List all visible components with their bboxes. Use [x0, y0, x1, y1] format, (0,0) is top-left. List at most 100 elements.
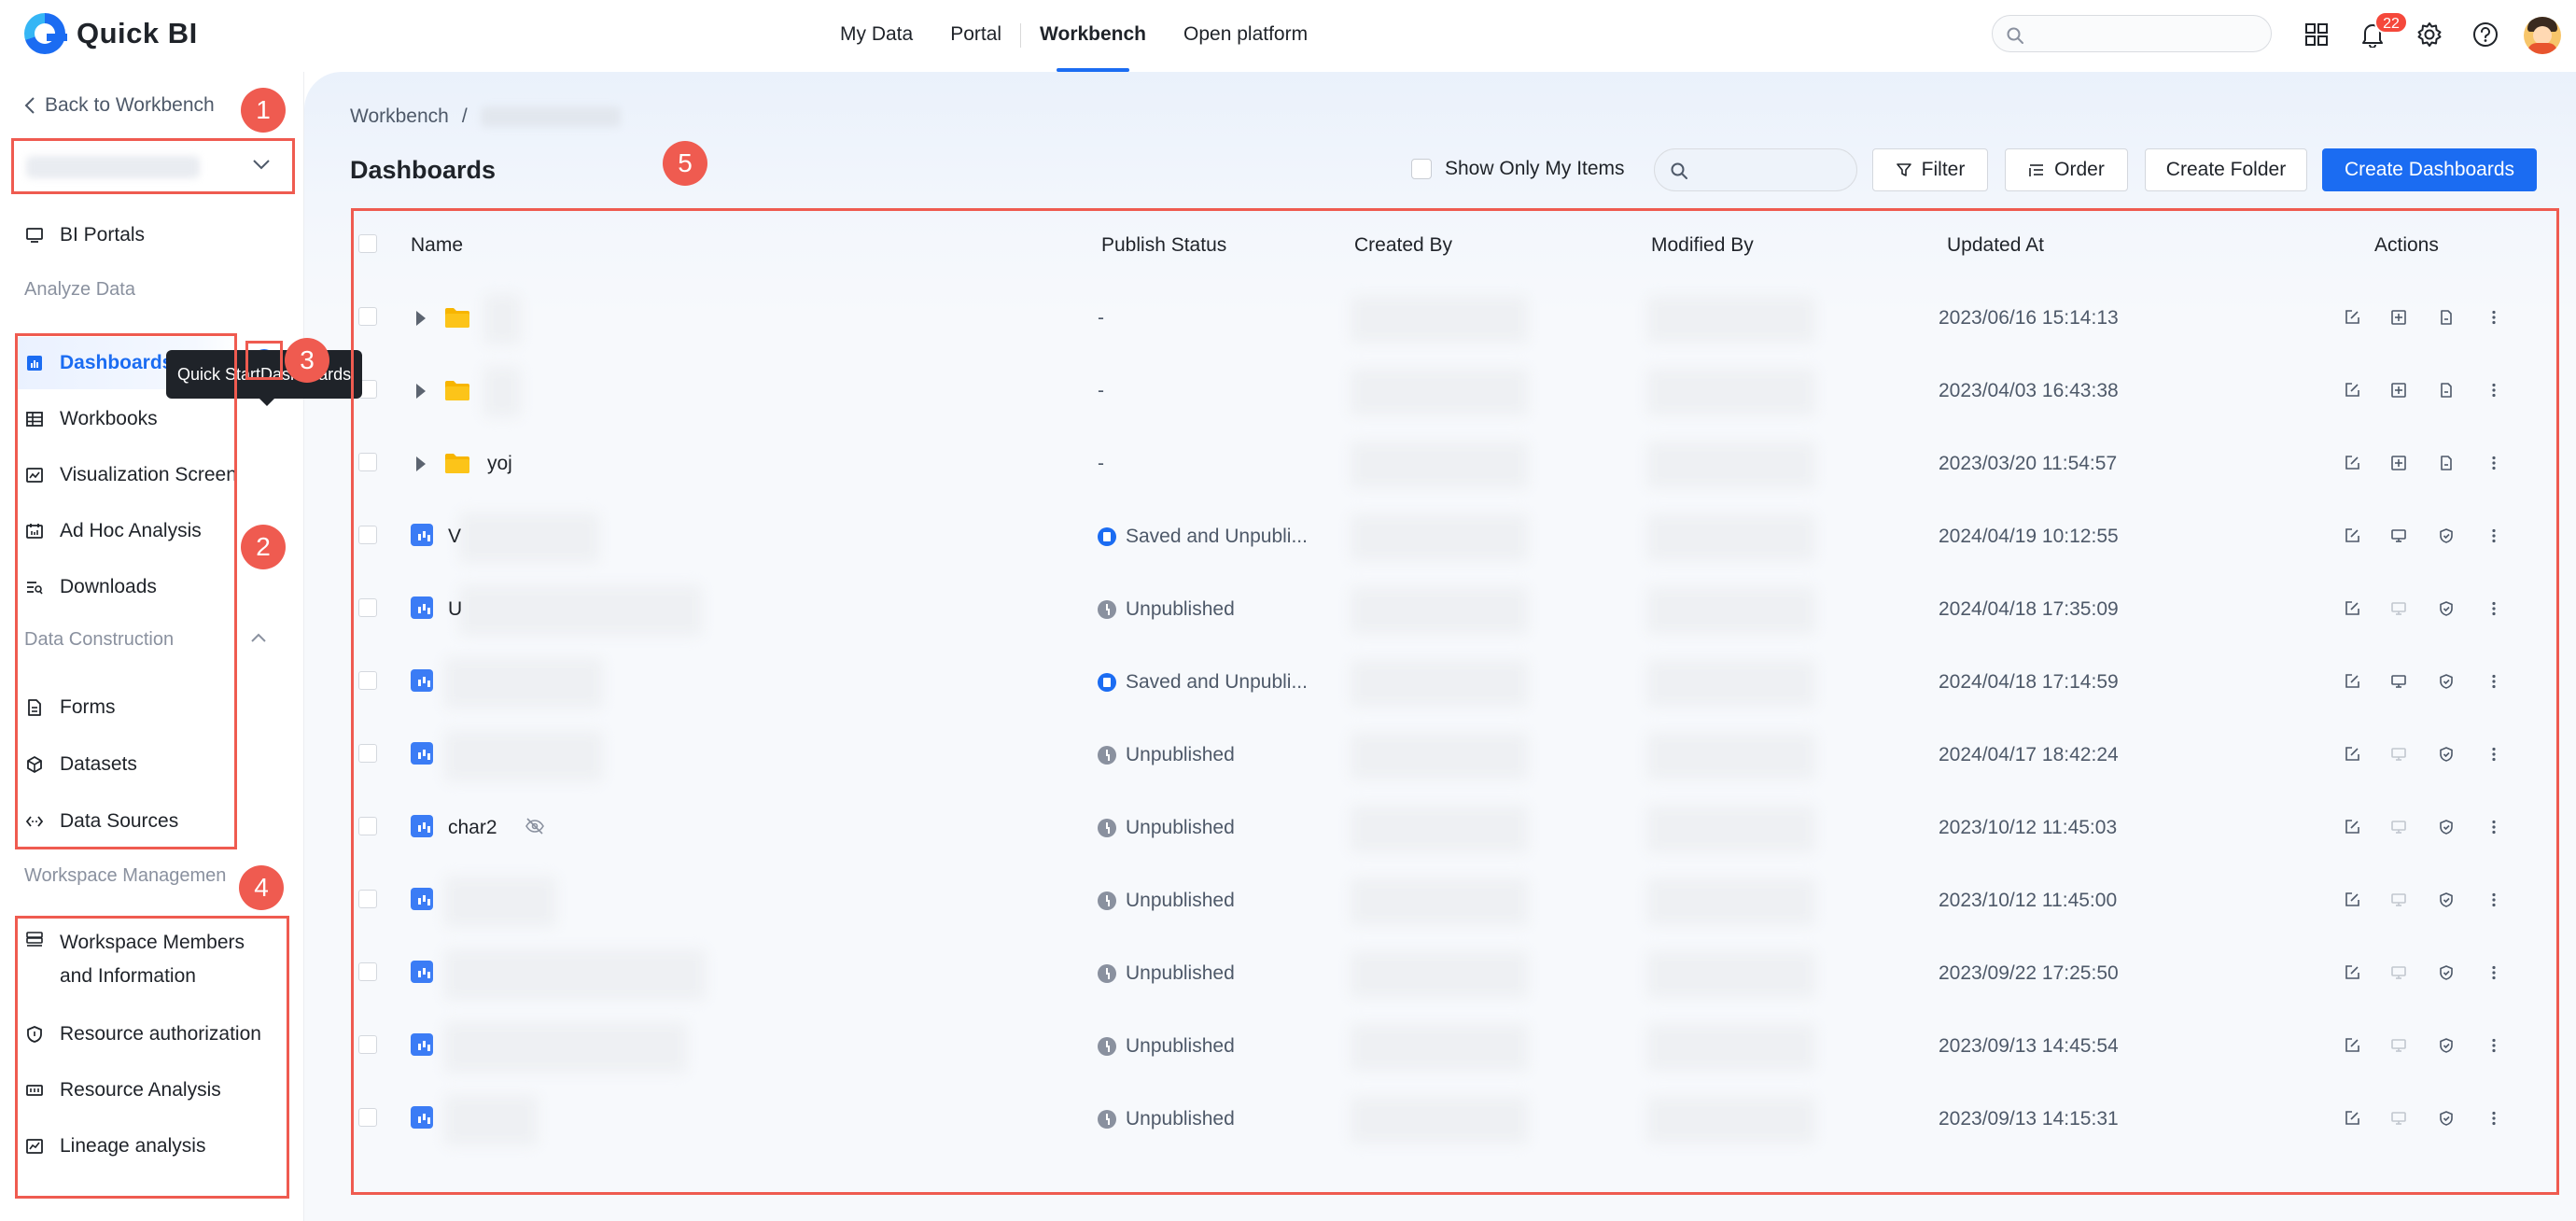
- table-row[interactable]: Saved and Unpubli... 2024/04/18 17:14:59: [351, 647, 2559, 720]
- more-vertical-icon[interactable]: [2482, 961, 2506, 985]
- row-checkbox[interactable]: [358, 744, 377, 763]
- shield-check-icon[interactable]: [2434, 1106, 2458, 1130]
- sidebar-item-resource-authorization[interactable]: Resource authorization: [24, 1016, 286, 1053]
- table-row[interactable]: Unpublished 2023/09/13 14:45:54: [351, 1011, 2559, 1084]
- shield-check-icon[interactable]: [2434, 815, 2458, 839]
- order-button[interactable]: Order: [2005, 148, 2128, 191]
- sidebar-item-bi-portals[interactable]: BI Portals: [24, 217, 286, 254]
- monitor-icon[interactable]: [2387, 961, 2411, 985]
- more-vertical-icon[interactable]: [2482, 1033, 2506, 1058]
- edit-icon[interactable]: [2340, 888, 2364, 912]
- header-name[interactable]: Name: [411, 234, 463, 257]
- monitor-icon[interactable]: [2387, 524, 2411, 548]
- header-created-by[interactable]: Created By: [1354, 234, 1452, 257]
- table-row[interactable]: Unpublished 2023/09/13 14:15:31: [351, 1084, 2559, 1157]
- table-row[interactable]: U Unpublished 2024/04/18 17:35:09: [351, 574, 2559, 647]
- avatar[interactable]: [2524, 17, 2561, 54]
- row-checkbox[interactable]: [358, 526, 377, 544]
- monitor-icon[interactable]: [2387, 1106, 2411, 1130]
- more-vertical-icon[interactable]: [2482, 742, 2506, 766]
- row-checkbox[interactable]: [358, 1035, 377, 1054]
- edit-icon[interactable]: [2340, 1033, 2364, 1058]
- sidebar-item-workspace-members[interactable]: Workspace Members and Information: [24, 926, 286, 991]
- monitor-icon[interactable]: [2387, 669, 2411, 694]
- add-square-icon[interactable]: [2387, 451, 2411, 475]
- table-row[interactable]: Unpublished 2023/10/12 11:45:00: [351, 865, 2559, 938]
- document-icon[interactable]: [2434, 451, 2458, 475]
- edit-icon[interactable]: [2340, 815, 2364, 839]
- create-folder-button[interactable]: Create Folder: [2145, 148, 2307, 191]
- more-vertical-icon[interactable]: [2482, 524, 2506, 548]
- sidebar-item-datasets[interactable]: Datasets: [24, 746, 286, 783]
- dashboard-search-input[interactable]: [1654, 148, 1857, 191]
- add-square-icon[interactable]: [2387, 305, 2411, 330]
- more-vertical-icon[interactable]: [2482, 669, 2506, 694]
- global-search-input[interactable]: [1992, 15, 2272, 52]
- sidebar-item-forms[interactable]: Forms: [24, 689, 286, 726]
- expand-caret-icon[interactable]: [416, 311, 426, 326]
- header-updated-at[interactable]: Updated At: [1947, 234, 2044, 257]
- sidebar-item-workbooks[interactable]: Workbooks: [24, 400, 286, 438]
- row-name[interactable]: V: [448, 526, 461, 548]
- row-checkbox[interactable]: [358, 307, 377, 326]
- row-name[interactable]: yoj: [487, 453, 512, 475]
- table-row[interactable]: yoj - 2023/03/20 11:54:57: [351, 428, 2559, 501]
- row-checkbox[interactable]: [358, 1108, 377, 1127]
- shield-check-icon[interactable]: [2434, 742, 2458, 766]
- monitor-icon[interactable]: [2387, 742, 2411, 766]
- more-vertical-icon[interactable]: [2482, 596, 2506, 621]
- checkbox[interactable]: [1411, 159, 1432, 179]
- more-vertical-icon[interactable]: [2482, 378, 2506, 402]
- shield-check-icon[interactable]: [2434, 1033, 2458, 1058]
- help-icon[interactable]: [2469, 18, 2502, 51]
- monitor-icon[interactable]: [2387, 596, 2411, 621]
- back-to-workbench-link[interactable]: Back to Workbench: [24, 94, 215, 117]
- edit-icon[interactable]: [2340, 451, 2364, 475]
- header-modified-by[interactable]: Modified By: [1651, 234, 1754, 257]
- monitor-icon[interactable]: [2387, 888, 2411, 912]
- more-vertical-icon[interactable]: [2482, 815, 2506, 839]
- filter-button[interactable]: Filter: [1872, 148, 1988, 191]
- create-dashboards-button[interactable]: Create Dashboards: [2322, 148, 2537, 191]
- edit-icon[interactable]: [2340, 1106, 2364, 1130]
- tab-workbench[interactable]: Workbench: [1021, 0, 1165, 72]
- expand-caret-icon[interactable]: [416, 456, 426, 471]
- row-name[interactable]: U: [448, 598, 462, 621]
- edit-icon[interactable]: [2340, 669, 2364, 694]
- more-vertical-icon[interactable]: [2482, 888, 2506, 912]
- table-row[interactable]: - 2023/04/03 16:43:38: [351, 356, 2559, 428]
- quick-bi-logo[interactable]: Quick BI: [24, 13, 198, 54]
- monitor-icon[interactable]: [2387, 1033, 2411, 1058]
- sidebar-item-resource-analysis[interactable]: Resource Analysis: [24, 1072, 286, 1109]
- row-checkbox[interactable]: [358, 671, 377, 690]
- more-vertical-icon[interactable]: [2482, 451, 2506, 475]
- shield-check-icon[interactable]: [2434, 669, 2458, 694]
- tab-open-platform[interactable]: Open platform: [1165, 0, 1326, 72]
- edit-icon[interactable]: [2340, 596, 2364, 621]
- edit-icon[interactable]: [2340, 305, 2364, 330]
- row-checkbox[interactable]: [358, 890, 377, 908]
- row-checkbox[interactable]: [358, 817, 377, 835]
- row-checkbox[interactable]: [358, 453, 377, 471]
- select-all-checkbox[interactable]: [358, 234, 377, 253]
- breadcrumb-workbench[interactable]: Workbench: [350, 105, 449, 128]
- shield-check-icon[interactable]: [2434, 524, 2458, 548]
- monitor-icon[interactable]: [2387, 815, 2411, 839]
- edit-icon[interactable]: [2340, 742, 2364, 766]
- row-checkbox[interactable]: [358, 598, 377, 617]
- more-vertical-icon[interactable]: [2482, 1106, 2506, 1130]
- sidebar-item-data-sources[interactable]: Data Sources: [24, 803, 286, 840]
- grid-apps-icon[interactable]: [2300, 18, 2333, 51]
- edit-icon[interactable]: [2340, 378, 2364, 402]
- edit-icon[interactable]: [2340, 524, 2364, 548]
- shield-check-icon[interactable]: [2434, 596, 2458, 621]
- sidebar-item-downloads[interactable]: Downloads: [24, 568, 286, 606]
- shield-check-icon[interactable]: [2434, 888, 2458, 912]
- header-publish-status[interactable]: Publish Status: [1101, 234, 1226, 257]
- gear-icon[interactable]: [2413, 18, 2446, 51]
- chevron-up-icon[interactable]: [250, 632, 267, 643]
- sidebar-item-visualization-screen[interactable]: Visualization Screen: [24, 456, 286, 494]
- more-vertical-icon[interactable]: [2482, 305, 2506, 330]
- tab-my-data[interactable]: My Data: [821, 0, 931, 72]
- row-checkbox[interactable]: [358, 962, 377, 981]
